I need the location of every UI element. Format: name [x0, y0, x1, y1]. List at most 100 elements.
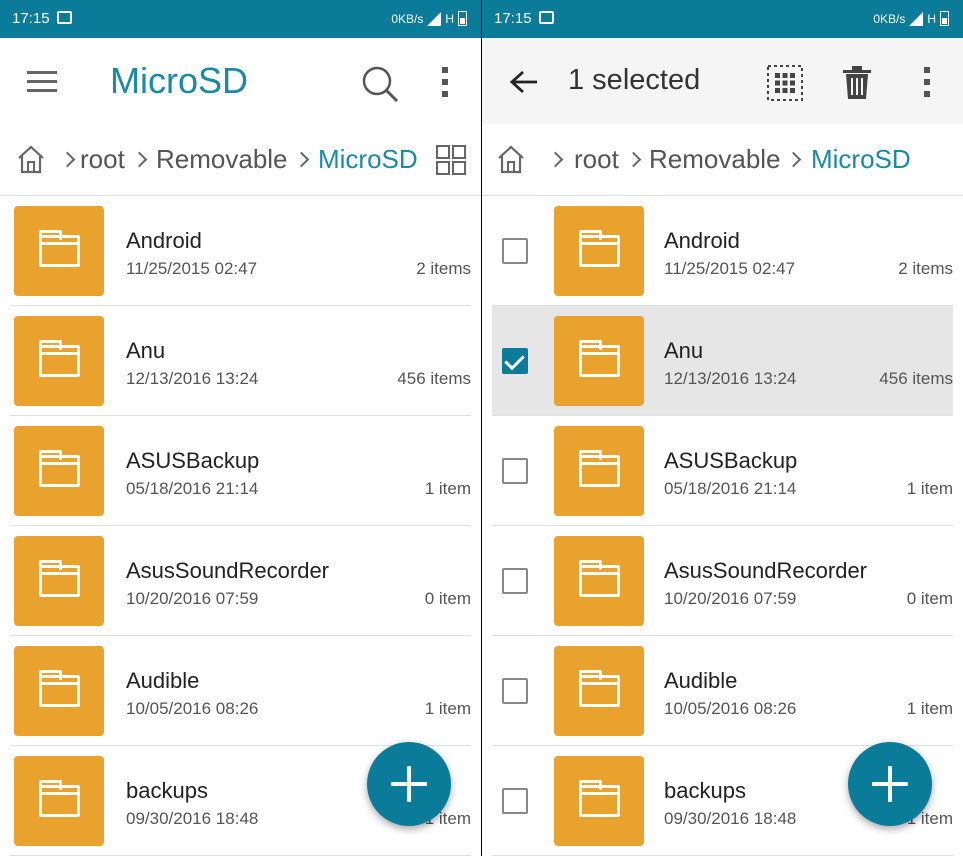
back-arrow-icon[interactable] [508, 66, 540, 98]
add-button[interactable] [848, 742, 932, 826]
folder-tile [14, 426, 104, 516]
item-date: 10/20/2016 07:59 [126, 589, 259, 608]
network-speed: 0KB/s [391, 11, 424, 26]
select-all-icon[interactable] [766, 64, 804, 102]
list-item[interactable]: Audible 10/05/2016 08:26 1 item [10, 636, 471, 746]
breadcrumb: root Removable MicroSD [482, 124, 963, 196]
menu-icon[interactable] [24, 64, 60, 100]
item-count: 2 items [416, 259, 471, 278]
item-checkbox[interactable] [502, 238, 528, 264]
item-name: ASUSBackup [126, 448, 260, 473]
folder-tile [554, 316, 644, 406]
item-name: Anu [126, 338, 166, 363]
breadcrumb-removable[interactable]: Removable [649, 144, 781, 175]
chevron-right-icon [785, 151, 802, 168]
item-date: 05/18/2016 21:14 [126, 479, 259, 498]
item-date: 05/18/2016 21:14 [664, 479, 797, 498]
more-vert-icon[interactable] [914, 64, 940, 100]
folder-icon [39, 340, 80, 377]
item-count: 1 item [424, 479, 471, 498]
chevron-right-icon [625, 151, 642, 168]
list-item[interactable]: Audible 10/05/2016 08:26 1 item [492, 636, 953, 746]
item-name: backups [126, 778, 208, 803]
item-date: 12/13/2016 13:24 [664, 369, 797, 388]
breadcrumb-microsd[interactable]: MicroSD [318, 144, 418, 175]
item-name: Audible [664, 668, 738, 693]
search-icon[interactable] [358, 62, 402, 106]
folder-icon [39, 560, 80, 597]
folder-icon [39, 450, 80, 487]
item-date: 11/25/2015 02:47 [126, 259, 258, 278]
folder-icon [579, 340, 620, 377]
add-icon [872, 766, 908, 802]
item-checkbox[interactable] [502, 458, 528, 484]
item-checkbox[interactable] [502, 788, 528, 814]
list-item[interactable]: AsusSoundRecorder 10/20/2016 07:59 0 item [10, 526, 471, 636]
folder-icon [579, 230, 620, 267]
item-name: backups [664, 778, 746, 803]
item-checkbox[interactable] [502, 678, 528, 704]
folder-tile [14, 206, 104, 296]
list-item[interactable]: ASUSBackup 05/18/2016 21:14 1 item [492, 416, 953, 526]
app-bar: MicroSD [0, 38, 481, 124]
breadcrumb-root[interactable]: root [80, 144, 125, 175]
item-name: ASUSBackup [664, 448, 798, 473]
item-date: 10/05/2016 08:26 [664, 699, 797, 718]
selection-app-bar: 1 selected [482, 38, 963, 124]
right-screen: 17:15 0KB/s H 1 selected root Removable … [482, 0, 963, 856]
status-time: 17:15 [12, 10, 50, 27]
item-name: Audible [126, 668, 200, 693]
list-item[interactable]: Android 11/25/2015 02:47 2 items [10, 196, 471, 306]
folder-icon [579, 670, 620, 707]
folder-icon [579, 780, 620, 817]
list-item[interactable]: ASUSBackup 05/18/2016 21:14 1 item [10, 416, 471, 526]
signal-icon [427, 11, 442, 26]
breadcrumb-root[interactable]: root [574, 144, 619, 175]
folder-icon [39, 230, 80, 267]
selection-count: 1 selected [568, 64, 701, 96]
list-item[interactable]: Anu 12/13/2016 13:24 456 items [492, 306, 953, 416]
item-name: AsusSoundRecorder [664, 558, 868, 583]
status-time: 17:15 [494, 10, 532, 27]
folder-tile [554, 536, 644, 626]
list-item[interactable]: Android 11/25/2015 02:47 2 items [492, 196, 953, 306]
list-item[interactable]: AsusSoundRecorder 10/20/2016 07:59 0 item [492, 526, 953, 636]
folder-icon [39, 670, 80, 707]
folder-tile [554, 756, 644, 846]
item-count: 1 item [424, 699, 471, 718]
notification-icon [539, 11, 554, 24]
item-date: 09/30/2016 18:48 [126, 809, 259, 828]
add-button[interactable] [367, 742, 451, 826]
folder-tile [554, 646, 644, 736]
signal-icon [909, 11, 924, 26]
delete-icon[interactable] [840, 64, 874, 102]
folder-tile [554, 426, 644, 516]
item-count: 456 items [879, 369, 953, 388]
folder-tile [14, 646, 104, 736]
item-date: 11/25/2015 02:47 [664, 259, 796, 278]
breadcrumb-microsd[interactable]: MicroSD [811, 144, 911, 175]
item-date: 10/05/2016 08:26 [126, 699, 259, 718]
list-item[interactable]: Anu 12/13/2016 13:24 456 items [10, 306, 471, 416]
item-checkbox[interactable] [502, 568, 528, 594]
item-date: 09/30/2016 18:48 [664, 809, 797, 828]
chevron-right-icon [293, 151, 310, 168]
breadcrumb-removable[interactable]: Removable [156, 144, 288, 175]
home-icon[interactable] [494, 142, 528, 176]
network-type: H [927, 11, 936, 26]
folder-tile [554, 206, 644, 296]
item-count: 2 items [898, 259, 953, 278]
home-icon[interactable] [14, 142, 48, 176]
battery-icon [940, 11, 949, 26]
item-checkbox[interactable] [502, 348, 528, 374]
more-vert-icon[interactable] [432, 64, 458, 100]
status-bar: 17:15 0KB/s H [0, 0, 481, 38]
item-name: Android [126, 228, 202, 253]
chevron-right-icon [59, 151, 76, 168]
chevron-right-icon [547, 151, 564, 168]
battery-icon [458, 11, 467, 26]
item-count: 456 items [397, 369, 471, 388]
grid-view-icon[interactable] [434, 143, 468, 177]
breadcrumb: root Removable MicroSD [0, 124, 481, 196]
item-date: 10/20/2016 07:59 [664, 589, 797, 608]
